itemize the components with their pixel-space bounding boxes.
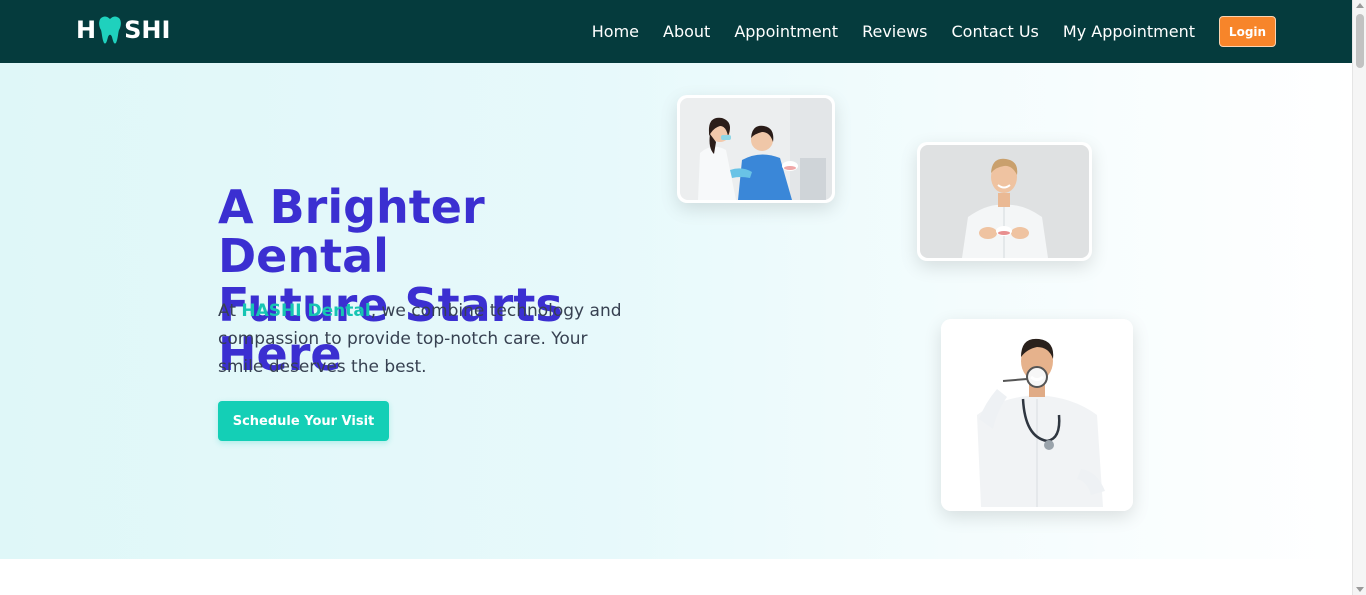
hero-title-line1: A Brighter Dental <box>218 180 485 283</box>
page-scrollbar[interactable] <box>1352 0 1366 595</box>
nav-appointment-link[interactable]: Appointment <box>734 22 838 41</box>
logo[interactable]: H SHI <box>76 15 170 45</box>
scroll-thumb[interactable] <box>1356 14 1364 68</box>
nav-contact-link[interactable]: Contact Us <box>952 22 1039 41</box>
nav-about-link[interactable]: About <box>663 22 710 41</box>
hero-brand-name: HASHI Dental <box>241 301 371 321</box>
tooth-icon <box>99 16 121 44</box>
schedule-visit-button[interactable]: Schedule Your Visit <box>218 401 389 441</box>
photo-dentist-with-patient <box>677 95 835 203</box>
photo-dentist-with-mirror <box>941 319 1133 511</box>
hero-section: A Brighter Dental Future Starts Here At … <box>0 63 1352 559</box>
nav-reviews-link[interactable]: Reviews <box>862 22 927 41</box>
login-button[interactable]: Login <box>1219 16 1276 47</box>
hero-text-prefix: At <box>218 301 242 321</box>
hero-description: At HASHI Dental, we combine technology a… <box>218 297 628 381</box>
nav-menu: Home About Appointment Reviews Contact U… <box>592 0 1195 63</box>
nav-my-appointment-link[interactable]: My Appointment <box>1063 22 1195 41</box>
dentist-patient-image <box>680 98 832 200</box>
photo-smiling-dentist <box>917 142 1092 261</box>
logo-text-left: H <box>76 16 97 44</box>
scroll-up-icon[interactable] <box>1356 3 1364 8</box>
nav-home-link[interactable]: Home <box>592 22 639 41</box>
dentist-mirror-image <box>941 319 1133 511</box>
scroll-down-icon[interactable] <box>1356 587 1364 592</box>
navbar: H SHI Home About Appointment Reviews Con… <box>0 0 1352 63</box>
smiling-dentist-image <box>920 145 1089 258</box>
page: H SHI Home About Appointment Reviews Con… <box>0 0 1366 595</box>
logo-text-right: SHI <box>124 16 171 44</box>
